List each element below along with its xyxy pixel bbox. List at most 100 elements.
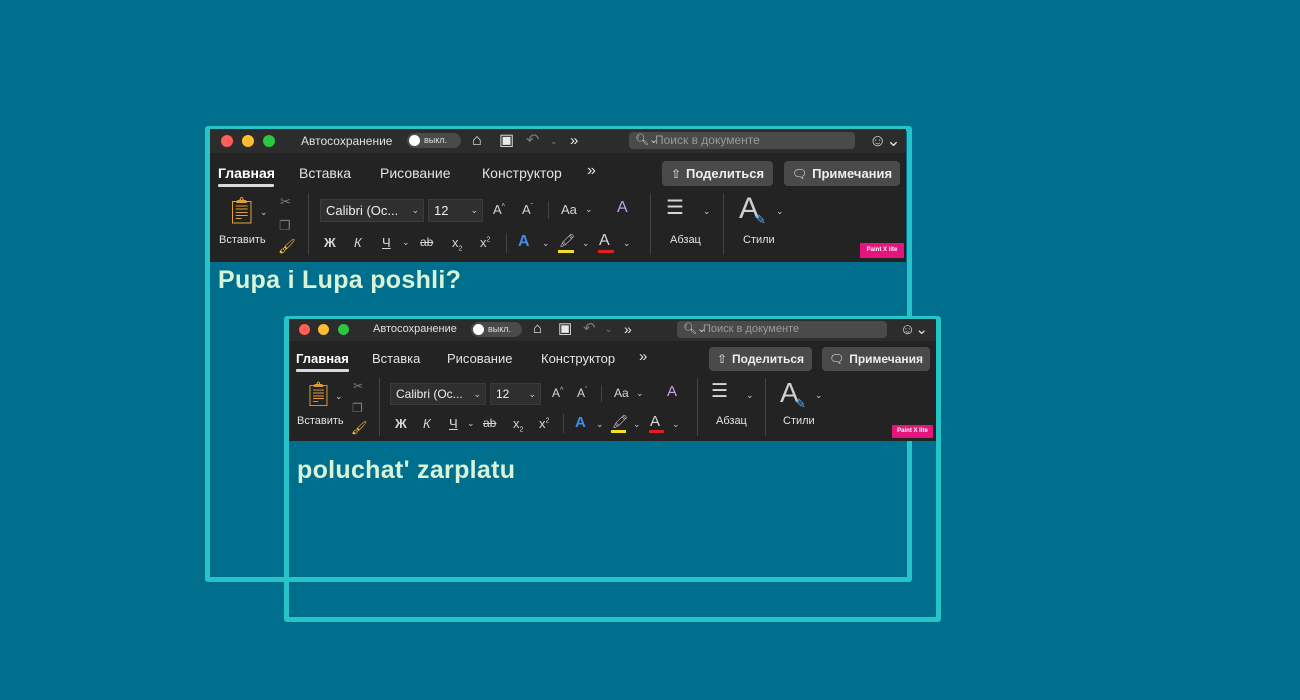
underline-button[interactable]: Ч: [449, 416, 458, 431]
change-case-dropdown-icon[interactable]: ⌄: [585, 204, 593, 215]
underline-button[interactable]: Ч: [382, 235, 391, 250]
share-button[interactable]: ⇧ Поделиться: [662, 161, 773, 186]
paste-label[interactable]: Вставить: [297, 415, 344, 427]
text-effects-dropdown-icon[interactable]: ⌄: [542, 238, 550, 249]
bold-button[interactable]: Ж: [395, 416, 407, 431]
change-case-icon[interactable]: Aa: [561, 202, 577, 217]
autosave-toggle[interactable]: выкл.: [471, 322, 522, 337]
subscript-button[interactable]: x2: [513, 416, 523, 434]
paste-clipboard-icon[interactable]: 📋︎: [225, 195, 258, 225]
undo-icon[interactable]: ↶: [583, 319, 596, 339]
font-color-dropdown-icon[interactable]: ⌄: [672, 419, 680, 430]
paragraph-label[interactable]: Абзац: [670, 234, 701, 246]
search-input[interactable]: 🔍︎⌄ Поиск в документе: [629, 132, 855, 149]
font-color-icon[interactable]: A: [599, 232, 610, 250]
tab-home[interactable]: Главная: [218, 165, 275, 181]
increase-font-size-icon[interactable]: A^: [552, 386, 563, 400]
tab-design[interactable]: Конструктор: [541, 351, 615, 366]
paste-clipboard-icon[interactable]: 📋︎: [303, 380, 333, 410]
font-color-dropdown-icon[interactable]: ⌄: [623, 238, 631, 249]
paragraph-label[interactable]: Абзац: [716, 415, 747, 427]
font-name-select[interactable]: Calibri (Ос... ⌄: [320, 199, 424, 222]
decrease-font-size-icon[interactable]: Aˇ: [522, 202, 533, 217]
font-size-select[interactable]: 12 ⌄: [490, 383, 541, 405]
tab-design[interactable]: Конструктор: [482, 165, 562, 181]
document-text-2[interactable]: poluchat' zarplatu: [297, 456, 515, 485]
more-tabs-icon[interactable]: »: [639, 348, 647, 365]
change-case-icon[interactable]: Aa: [614, 386, 629, 400]
close-button[interactable]: [221, 135, 233, 147]
tab-insert[interactable]: Вставка: [372, 351, 420, 366]
feedback-smiley-icon[interactable]: ☺⌄: [900, 321, 928, 339]
home-icon[interactable]: ⌂: [533, 319, 542, 339]
styles-dropdown-icon[interactable]: ⌄: [815, 390, 823, 401]
minimize-button[interactable]: [242, 135, 254, 147]
autosave-toggle[interactable]: выкл.: [407, 133, 461, 148]
undo-dropdown-icon[interactable]: ⌄: [605, 319, 613, 339]
strikethrough-button[interactable]: ab: [483, 416, 496, 430]
clear-formatting-icon[interactable]: A: [617, 199, 628, 217]
styles-dropdown-icon[interactable]: ⌄: [776, 206, 784, 217]
paragraph-dropdown-icon[interactable]: ⌄: [746, 390, 754, 401]
share-button[interactable]: ⇧ Поделиться: [709, 347, 812, 371]
font-color-icon[interactable]: A: [650, 413, 660, 430]
tab-insert[interactable]: Вставка: [299, 165, 351, 181]
undo-dropdown-icon[interactable]: ⌄: [550, 131, 558, 151]
cut-icon[interactable]: ✂︎: [280, 194, 291, 210]
strikethrough-button[interactable]: ab: [420, 235, 433, 249]
superscript-button[interactable]: x2: [539, 416, 549, 431]
tab-draw[interactable]: Рисование: [447, 351, 512, 366]
more-commands-icon[interactable]: »: [570, 131, 578, 151]
underline-dropdown-icon[interactable]: ⌄: [467, 418, 475, 429]
highlight-icon[interactable]: 🖍︎: [559, 233, 576, 249]
highlight-icon[interactable]: 🖍︎: [612, 414, 629, 430]
copy-icon[interactable]: ❐: [352, 401, 363, 415]
cut-icon[interactable]: ✂︎: [353, 379, 363, 393]
font-size-select[interactable]: 12 ⌄: [428, 199, 483, 222]
text-effects-icon[interactable]: A: [518, 233, 530, 251]
text-effects-icon[interactable]: A: [575, 414, 586, 431]
format-painter-icon[interactable]: 🖌︎: [278, 238, 296, 255]
underline-dropdown-icon[interactable]: ⌄: [402, 237, 410, 248]
styles-label[interactable]: Стили: [743, 234, 775, 246]
undo-icon[interactable]: ↶: [526, 131, 539, 151]
tab-home[interactable]: Главная: [296, 351, 349, 366]
minimize-button[interactable]: [318, 324, 329, 335]
italic-button[interactable]: К: [354, 235, 362, 250]
save-icon[interactable]: ▣: [558, 319, 572, 339]
save-icon[interactable]: ▣: [499, 131, 514, 151]
more-tabs-icon[interactable]: »: [587, 162, 596, 180]
superscript-button[interactable]: x2: [480, 235, 490, 250]
increase-font-size-icon[interactable]: A^: [493, 202, 505, 217]
paragraph-icon[interactable]: ☰: [666, 198, 684, 218]
font-name-select[interactable]: Calibri (Ос... ⌄: [390, 383, 486, 405]
italic-button[interactable]: К: [423, 416, 431, 431]
bold-button[interactable]: Ж: [324, 235, 336, 250]
change-case-dropdown-icon[interactable]: ⌄: [636, 388, 644, 399]
close-button[interactable]: [299, 324, 310, 335]
paste-label[interactable]: Вставить: [219, 234, 266, 246]
paragraph-dropdown-icon[interactable]: ⌄: [703, 206, 711, 217]
feedback-smiley-icon[interactable]: ☺⌄: [869, 132, 901, 150]
subscript-button[interactable]: x2: [452, 235, 462, 253]
comments-button[interactable]: 🗨︎ Примечания: [784, 161, 900, 186]
comments-button[interactable]: 🗨︎ Примечания: [822, 347, 930, 371]
text-effects-dropdown-icon[interactable]: ⌄: [596, 419, 604, 430]
styles-label[interactable]: Стили: [783, 415, 815, 427]
search-input[interactable]: 🔍︎⌄ Поиск в документе: [677, 321, 887, 338]
copy-icon[interactable]: ❐: [279, 218, 291, 234]
highlight-dropdown-icon[interactable]: ⌄: [633, 419, 641, 430]
tab-draw[interactable]: Рисование: [380, 165, 451, 181]
maximize-button[interactable]: [338, 324, 349, 335]
format-painter-icon[interactable]: 🖌︎: [351, 420, 368, 436]
document-text-1[interactable]: Pupa i Lupa poshli?: [218, 266, 461, 295]
decrease-font-size-icon[interactable]: Aˇ: [577, 386, 587, 400]
paste-dropdown-icon[interactable]: ⌄: [335, 391, 343, 402]
more-commands-icon[interactable]: »: [624, 319, 632, 339]
home-icon[interactable]: ⌂: [472, 131, 482, 151]
highlight-dropdown-icon[interactable]: ⌄: [582, 238, 590, 249]
maximize-button[interactable]: [263, 135, 275, 147]
paragraph-icon[interactable]: ☰: [711, 382, 728, 401]
clear-formatting-icon[interactable]: A: [667, 383, 677, 400]
paste-dropdown-icon[interactable]: ⌄: [260, 207, 268, 218]
